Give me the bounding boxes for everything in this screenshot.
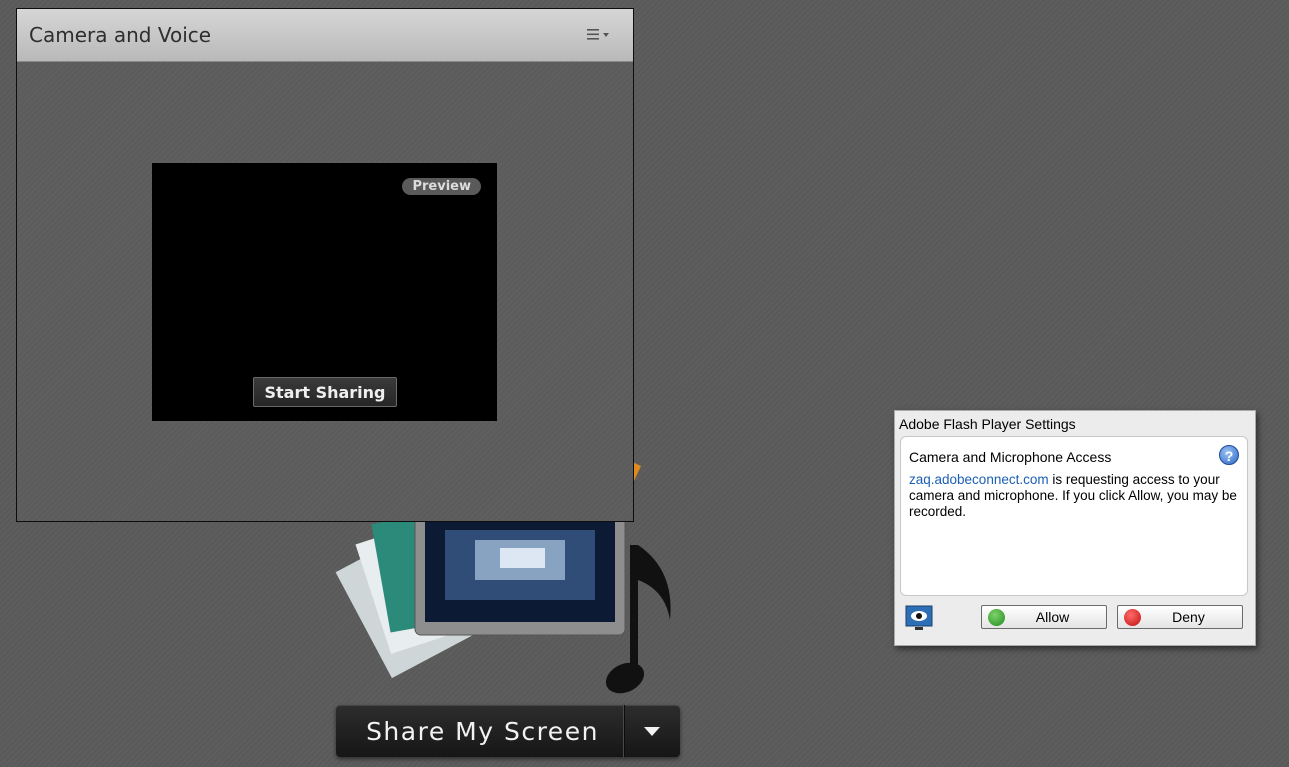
share-button-label: Share My Screen	[366, 716, 599, 746]
flash-dialog-body: Camera and Microphone Access ? zaq.adobe…	[900, 436, 1248, 596]
allow-button-label: Allow	[1035, 609, 1070, 625]
caret-down-icon	[644, 726, 660, 736]
pod-title: Camera and Voice	[29, 23, 212, 47]
deny-stop-icon	[1124, 608, 1141, 626]
camera-preview: Preview Start Sharing	[152, 163, 497, 421]
flash-dialog-heading: Camera and Microphone Access	[909, 449, 1112, 465]
pod-header: Camera and Voice	[17, 9, 633, 62]
requesting-domain-link[interactable]: zaq.adobeconnect.com	[909, 472, 1049, 487]
flash-dialog-title: Adobe Flash Player Settings	[899, 416, 1076, 432]
flash-dialog-footer: Allow Deny	[895, 601, 1255, 641]
deny-button[interactable]: Deny	[1117, 605, 1243, 629]
camera-settings-icon[interactable]	[905, 605, 933, 633]
pod-menu-icon[interactable]	[587, 28, 613, 42]
preview-badge: Preview	[402, 178, 481, 195]
help-icon[interactable]: ?	[1219, 445, 1239, 465]
monitor	[414, 504, 626, 636]
flash-settings-dialog: Adobe Flash Player Settings Camera and M…	[894, 410, 1256, 646]
allow-check-icon	[988, 608, 1005, 626]
share-dropdown-button[interactable]	[624, 705, 680, 757]
share-my-screen-button[interactable]: Share My Screen	[336, 705, 680, 757]
camera-voice-pod: Camera and Voice Preview Start Sharing	[16, 8, 634, 522]
start-sharing-button[interactable]: Start Sharing	[253, 377, 397, 407]
allow-button[interactable]: Allow	[981, 605, 1107, 629]
flash-dialog-message: zaq.adobeconnect.com is requesting acces…	[909, 472, 1245, 520]
deny-button-label: Deny	[1172, 609, 1205, 625]
